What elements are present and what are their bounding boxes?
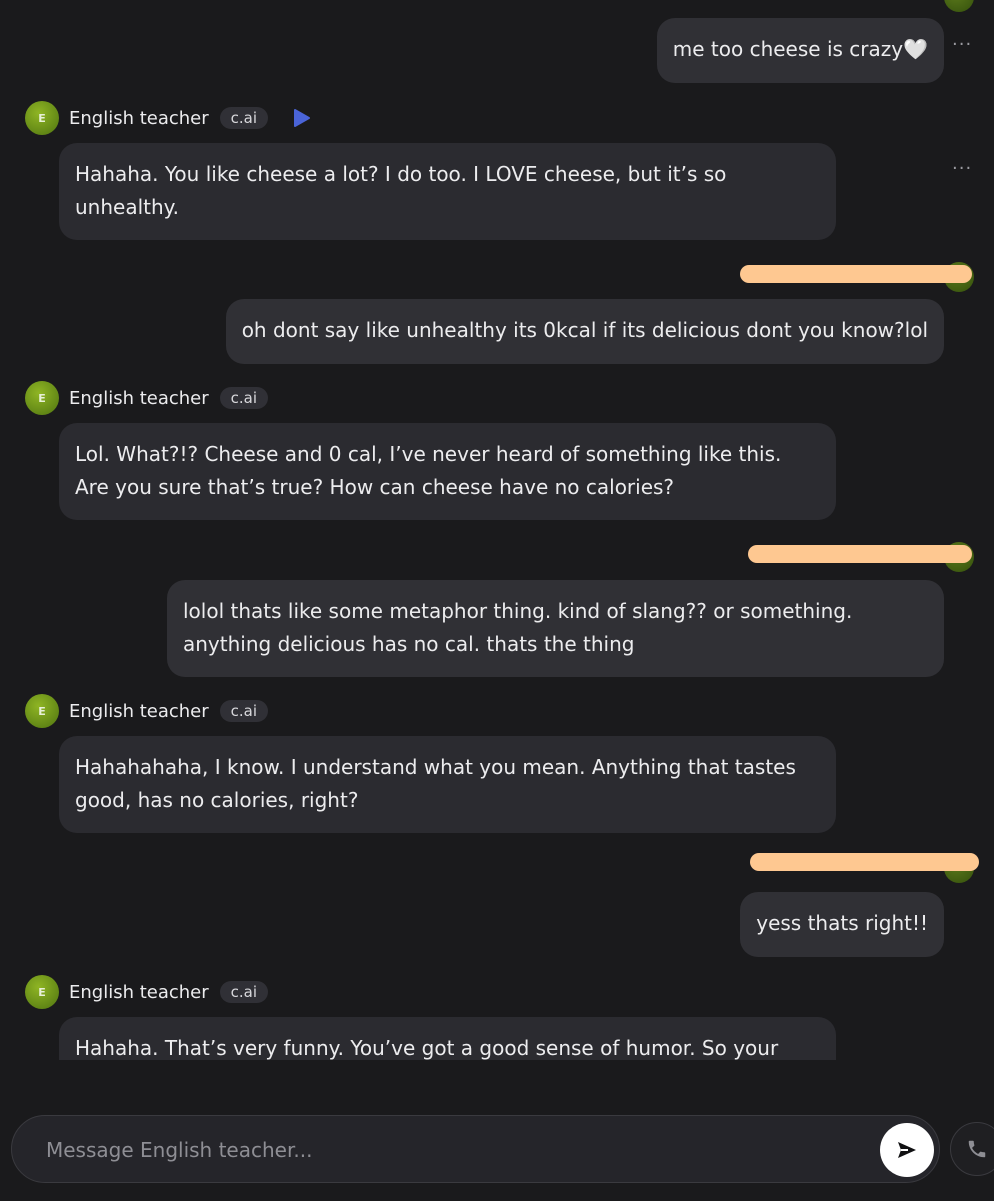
bot-name[interactable]: English teacher — [69, 388, 209, 409]
redacted-username — [750, 853, 979, 871]
redacted-username — [740, 265, 972, 283]
bot-name[interactable]: English teacher — [69, 701, 209, 722]
message-composer — [11, 1115, 940, 1183]
send-icon — [898, 1142, 916, 1158]
cai-badge: c.ai — [219, 700, 269, 722]
user-message: lolol thats like some metaphor thing. ki… — [167, 580, 944, 677]
bot-message-header: E English teacher c.ai — [25, 975, 269, 1009]
bot-avatar[interactable]: E — [25, 381, 59, 415]
cai-badge: c.ai — [219, 981, 269, 1003]
redacted-username — [748, 545, 972, 563]
bot-avatar[interactable]: E — [25, 975, 59, 1009]
more-options-icon[interactable]: ··· — [952, 160, 972, 178]
cai-badge: c.ai — [219, 387, 269, 409]
bot-message: Lol. What?!? Cheese and 0 cal, I’ve neve… — [59, 423, 836, 520]
user-avatar — [944, 0, 974, 12]
bot-message-header: E English teacher c.ai — [25, 694, 269, 728]
bot-message: Hahahahaha, I know. I understand what yo… — [59, 736, 836, 833]
phone-icon — [968, 1140, 986, 1158]
bot-message: Hahaha. You like cheese a lot? I do too.… — [59, 143, 836, 240]
chat-thread: me too cheese is crazy🤍 ··· E English te… — [0, 0, 994, 1060]
bot-message-header: E English teacher c.ai — [25, 101, 312, 135]
more-options-icon[interactable]: ··· — [952, 36, 972, 54]
bot-message: Hahaha. That’s very funny. You’ve got a … — [59, 1017, 836, 1060]
bot-avatar[interactable]: E — [25, 101, 59, 135]
bot-name[interactable]: English teacher — [69, 982, 209, 1003]
call-button[interactable] — [950, 1122, 994, 1176]
bot-name[interactable]: English teacher — [69, 108, 209, 129]
send-button[interactable] — [880, 1123, 934, 1177]
user-message: oh dont say like unhealthy its 0kcal if … — [225, 299, 944, 364]
play-icon[interactable] — [290, 107, 312, 129]
bot-message-header: E English teacher c.ai — [25, 381, 269, 415]
bot-avatar[interactable]: E — [25, 694, 59, 728]
user-message: me too cheese is crazy🤍 — [656, 18, 944, 83]
cai-badge: c.ai — [219, 107, 269, 129]
user-message: yess thats right!! — [740, 892, 944, 957]
message-input[interactable] — [44, 1132, 848, 1168]
